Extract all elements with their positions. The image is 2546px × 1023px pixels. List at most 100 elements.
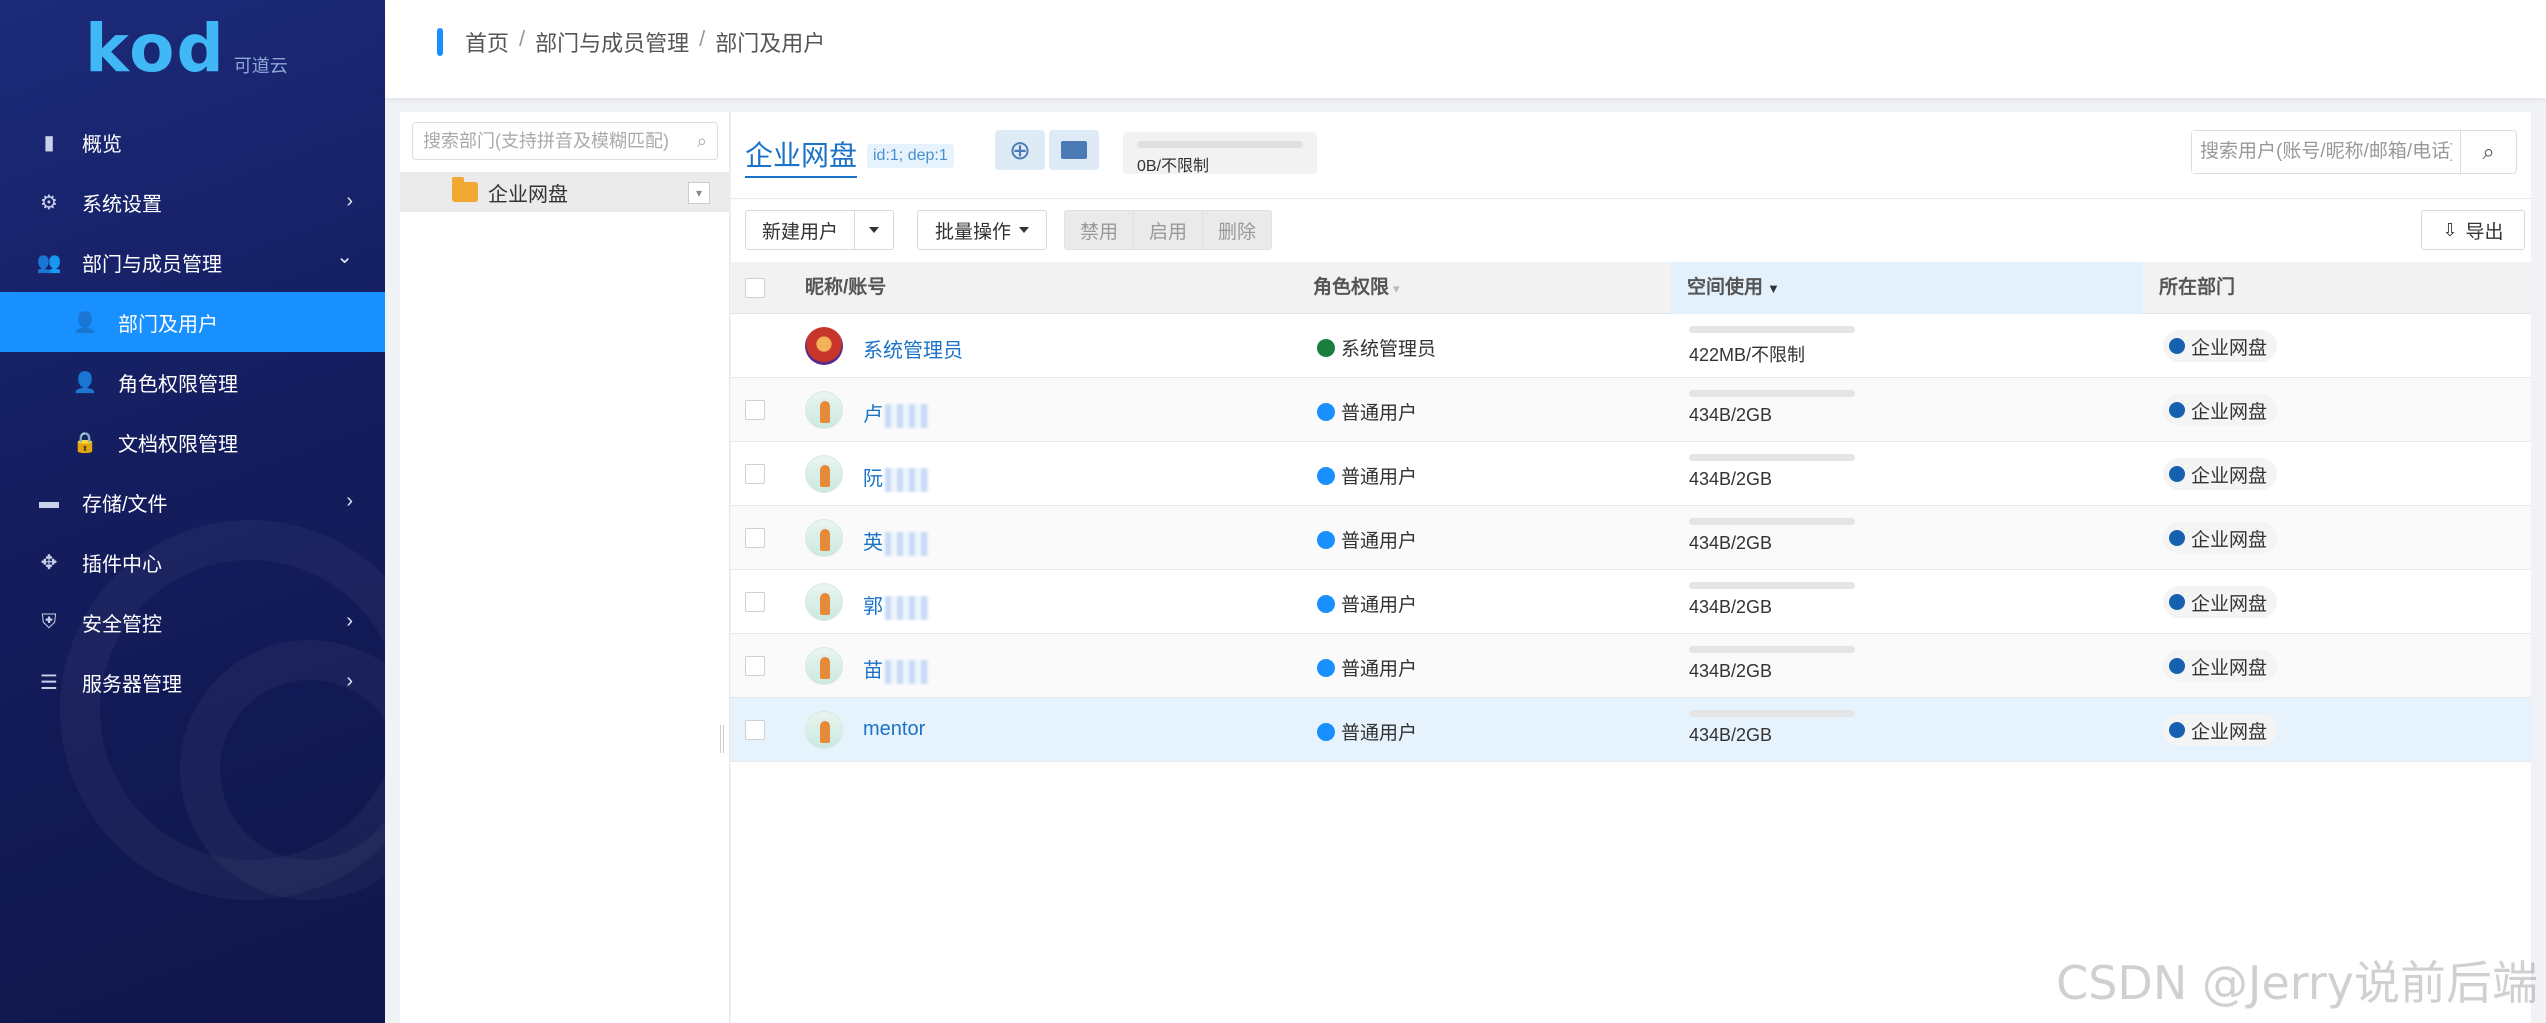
sidebar-item-security[interactable]: ⛨ 安全管控 ›: [0, 592, 385, 652]
user-name[interactable]: 卢: [863, 398, 929, 428]
enable-button[interactable]: 启用: [1133, 210, 1203, 250]
bar-chart-icon: ▮: [43, 131, 55, 154]
sidebar-item-storage[interactable]: ▬ 存储/文件 ›: [0, 472, 385, 532]
add-dept-button[interactable]: ⊕: [995, 130, 1045, 170]
sidebar: kod 可道云 ▮ 概览 ⚙ 系统设置 › 👥 部门与成员管理 ⌄ 👤 部门及用…: [0, 0, 385, 1023]
sidebar-item-server[interactable]: ☰ 服务器管理 ›: [0, 652, 385, 712]
role-badge: 普通用户: [1317, 398, 1417, 425]
table-row[interactable]: 系统管理员 系统管理员 422MB/不限制 企业网盘: [731, 314, 2531, 378]
user-name[interactable]: 系统管理员: [863, 334, 963, 363]
space-usage: 422MB/不限制: [1689, 326, 1859, 367]
breadcrumb-dept-members[interactable]: 部门与成员管理: [535, 26, 689, 58]
header: 首页 / 部门与成员管理 / 部门及用户: [385, 0, 2546, 98]
column-header-space[interactable]: 空间使用 ▼: [1671, 262, 2143, 314]
column-header-role[interactable]: 角色权限 ▾: [1313, 262, 1400, 314]
new-user-dropdown[interactable]: [854, 210, 894, 250]
new-user-label: 新建用户: [761, 221, 838, 243]
logo-subtitle: 可道云: [233, 56, 288, 76]
table-row[interactable]: 阮 普通用户 434B/2GB 企业网盘: [731, 442, 2531, 506]
breadcrumb-marker: [437, 28, 443, 56]
batch-operations-button[interactable]: 批量操作: [917, 210, 1047, 250]
dropdown-icon[interactable]: ▾: [688, 182, 710, 204]
dept-tag: 企业网盘: [2163, 330, 2278, 362]
role-badge: 普通用户: [1317, 462, 1417, 489]
sidebar-item-doc-permissions[interactable]: 🔒 文档权限管理: [0, 412, 385, 472]
search-button[interactable]: ⌕: [2460, 131, 2516, 173]
user-name[interactable]: 英: [863, 526, 929, 556]
table-row[interactable]: mentor 普通用户 434B/2GB 企业网盘: [731, 698, 2531, 762]
sidebar-item-label: 角色权限管理: [118, 373, 238, 396]
sidebar-item-dept-members[interactable]: 👥 部门与成员管理 ⌄: [0, 232, 385, 292]
delete-button[interactable]: 删除: [1202, 210, 1272, 250]
role-badge: 普通用户: [1317, 654, 1417, 681]
dept-tag: 企业网盘: [2163, 650, 2278, 682]
new-user-button[interactable]: 新建用户: [745, 210, 855, 250]
user-name[interactable]: 郭: [863, 590, 929, 620]
tree-node-root[interactable]: 企业网盘 ▾: [400, 172, 730, 212]
role-label: 普通用户: [1341, 659, 1418, 680]
user-role-icon: 👤: [72, 371, 98, 394]
sidebar-item-label: 概览: [82, 133, 122, 156]
user-name[interactable]: 阮: [863, 462, 929, 492]
dept-label: 企业网盘: [2191, 657, 2268, 679]
row-checkbox[interactable]: [745, 592, 765, 612]
export-button[interactable]: ⇩ 导出: [2421, 210, 2525, 250]
chevron-right-icon: ›: [346, 490, 353, 512]
role-label: 普通用户: [1341, 467, 1418, 488]
table-row[interactable]: 卢 普通用户 434B/2GB 企业网盘: [731, 378, 2531, 442]
sidebar-item-system-settings[interactable]: ⚙ 系统设置 ›: [0, 172, 385, 232]
row-checkbox[interactable]: [745, 464, 765, 484]
dept-dot: [2169, 658, 2185, 674]
main-panel: 企业网盘 id:1; dep:1 ⊕ 0B/不限制 ⌕ 新建用户 批量操作 禁用…: [731, 112, 2531, 1023]
user-name-text: 阮: [863, 468, 883, 490]
breadcrumb: 首页 / 部门与成员管理 / 部门及用户: [465, 26, 825, 58]
disable-label: 禁用: [1079, 221, 1118, 243]
role-badge: 普通用户: [1317, 590, 1417, 617]
sidebar-item-role-permissions[interactable]: 👤 角色权限管理: [0, 352, 385, 412]
sidebar-item-overview[interactable]: ▮ 概览: [0, 112, 385, 172]
row-checkbox[interactable]: [745, 400, 765, 420]
user-icon: 👤: [72, 311, 98, 334]
sidebar-item-dept-users[interactable]: 👤 部门及用户: [0, 292, 385, 352]
row-checkbox[interactable]: [745, 528, 765, 548]
role-label: 普通用户: [1341, 723, 1418, 744]
dept-search-input[interactable]: [423, 130, 697, 152]
column-header-dept[interactable]: 所在部门: [2159, 262, 2235, 314]
user-name[interactable]: mentor: [863, 718, 925, 741]
table-row[interactable]: 英 普通用户 434B/2GB 企业网盘: [731, 506, 2531, 570]
sidebar-nav: ▮ 概览 ⚙ 系统设置 › 👥 部门与成员管理 ⌄ 👤 部门及用户 👤 角色权限…: [0, 112, 385, 712]
dept-tag: 企业网盘: [2163, 458, 2278, 490]
table-row[interactable]: 郭 普通用户 434B/2GB 企业网盘: [731, 570, 2531, 634]
user-name[interactable]: 苗: [863, 654, 929, 684]
sidebar-item-label: 安全管控: [82, 613, 162, 636]
column-header-name[interactable]: 昵称/账号: [805, 262, 886, 314]
breadcrumb-home[interactable]: 首页: [465, 26, 509, 58]
user-search-input[interactable]: [2192, 131, 2460, 173]
dept-dot: [2169, 594, 2185, 610]
breadcrumb-separator: /: [699, 26, 706, 51]
sidebar-item-plugins[interactable]: ✥ 插件中心: [0, 532, 385, 592]
table-row[interactable]: 苗 普通用户 434B/2GB 企业网盘: [731, 634, 2531, 698]
space-text: 434B/2GB: [1689, 661, 1773, 681]
enable-label: 启用: [1148, 221, 1187, 243]
space-header-label: 空间使用: [1687, 277, 1764, 298]
role-label: 普通用户: [1341, 595, 1418, 616]
disable-button[interactable]: 禁用: [1064, 210, 1134, 250]
select-all-checkbox[interactable]: [745, 278, 765, 298]
panel-resize-handle[interactable]: [720, 725, 724, 753]
dept-label: 企业网盘: [2191, 337, 2268, 359]
space-usage: 434B/2GB: [1689, 390, 1859, 426]
blurred-name: [885, 531, 929, 556]
sidebar-item-label: 插件中心: [82, 553, 162, 576]
user-name-text: 苗: [863, 660, 883, 682]
row-checkbox[interactable]: [745, 656, 765, 676]
sidebar-item-label: 部门及用户: [118, 313, 218, 336]
space-bar: [1689, 454, 1855, 461]
search-icon[interactable]: ⌕: [697, 131, 707, 152]
sidebar-item-label: 系统设置: [82, 193, 162, 216]
avatar: [805, 391, 843, 429]
dept-label: 企业网盘: [2191, 401, 2268, 423]
folder-button[interactable]: [1049, 130, 1099, 170]
avatar: [805, 647, 843, 685]
row-checkbox[interactable]: [745, 720, 765, 740]
